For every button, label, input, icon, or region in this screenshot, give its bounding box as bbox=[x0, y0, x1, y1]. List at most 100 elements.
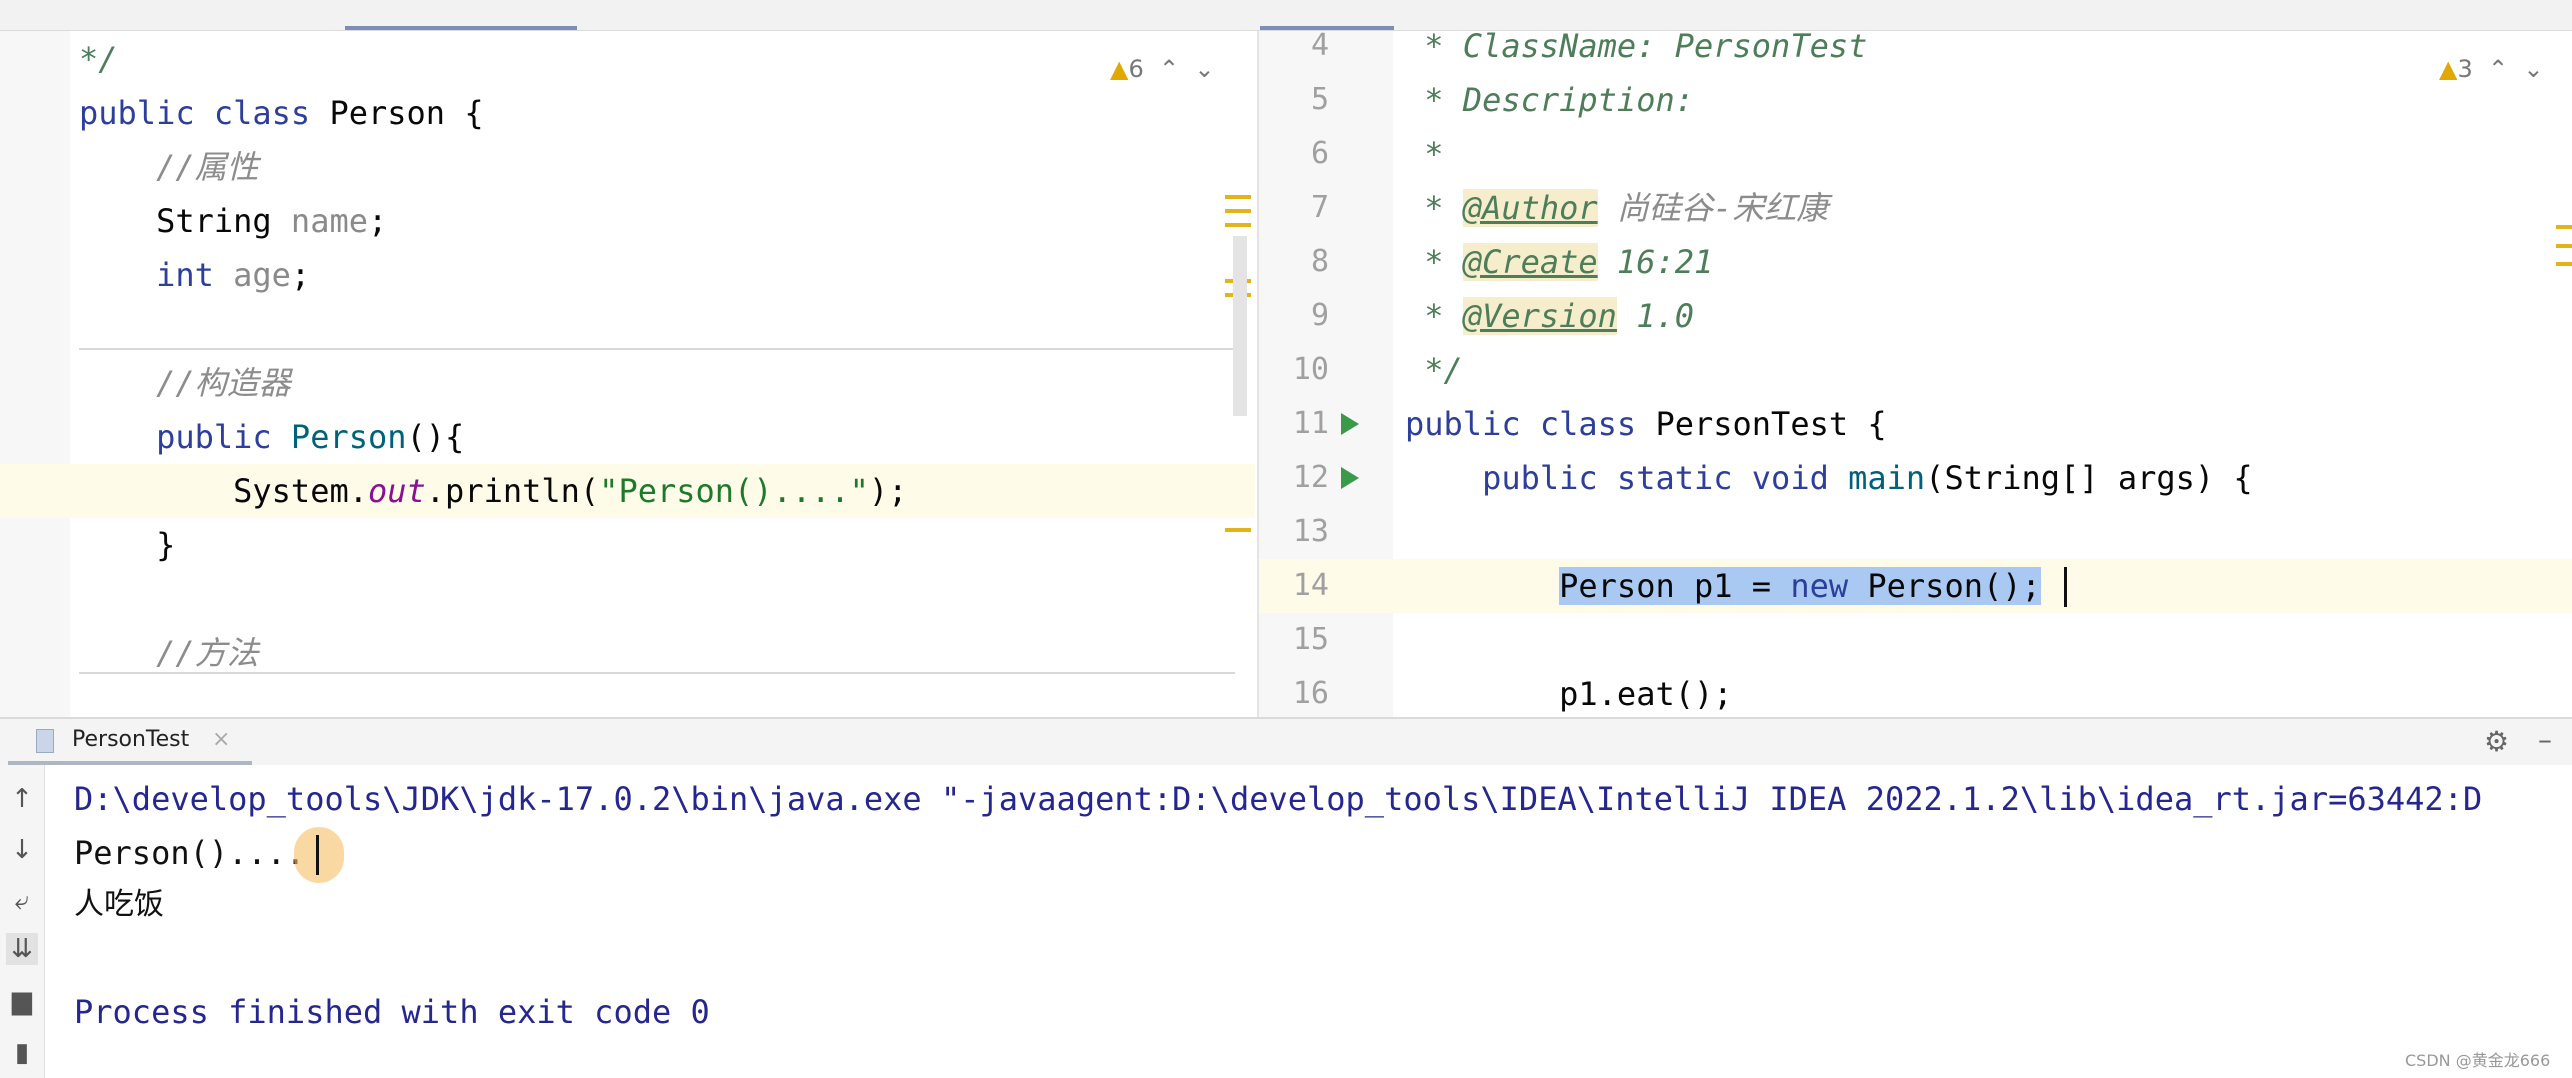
mouse-cursor-highlight bbox=[294, 827, 344, 883]
code-line[interactable]: p1.eat(); bbox=[1259, 667, 2572, 717]
code-text: String name; bbox=[79, 194, 387, 248]
tab-persontest-java[interactable] bbox=[1260, 26, 1394, 30]
code-line[interactable]: Person p1 = new Person(); bbox=[1259, 559, 2572, 613]
trash-icon[interactable]: ▮ bbox=[6, 1037, 38, 1069]
code-token: static bbox=[1616, 459, 1752, 497]
close-tab-icon[interactable]: × bbox=[212, 727, 230, 752]
code-line[interactable] bbox=[1259, 505, 2572, 559]
print-icon[interactable]: ▆ bbox=[6, 985, 38, 1017]
code-token: Person(); bbox=[1867, 567, 2041, 605]
left-editor[interactable]: ▲6 ⌃ ⌄ */public class Person { //属性 Stri… bbox=[0, 31, 1255, 717]
code-token: 1.0 bbox=[1616, 297, 1694, 335]
code-line[interactable] bbox=[0, 572, 1255, 626]
code-text: * ClassName: PersonTest bbox=[1405, 31, 1867, 73]
code-line[interactable]: String name; bbox=[0, 194, 1255, 248]
code-line[interactable]: * Description: bbox=[1259, 73, 2572, 127]
code-token: age bbox=[233, 256, 291, 294]
code-line[interactable]: public Person(){ bbox=[0, 410, 1255, 464]
code-token: * bbox=[1405, 135, 1444, 173]
code-line[interactable]: //属性 bbox=[0, 140, 1255, 194]
code-line[interactable]: public static void main(String[] args) { bbox=[1259, 451, 2572, 505]
console-toolbar: ↑ ↓ ⤶ ⇊ ▆ ▮ bbox=[0, 765, 45, 1078]
code-line[interactable] bbox=[0, 302, 1255, 356]
code-line[interactable]: System.out.println("Person()...."); bbox=[0, 464, 1255, 518]
code-token: Person p1 = bbox=[1559, 567, 1791, 605]
code-text: int age; bbox=[79, 248, 310, 302]
code-token: public bbox=[1405, 405, 1540, 443]
console-output[interactable]: ↑ ↓ ⤶ ⇊ ▆ ▮ D:\develop_tools\JDK\jdk-17.… bbox=[0, 765, 2572, 1078]
code-text: */ bbox=[1405, 343, 1463, 397]
run-icon[interactable] bbox=[1341, 467, 1359, 489]
arrow-down-icon[interactable]: ↓ bbox=[6, 834, 38, 866]
minimize-icon[interactable]: – bbox=[2538, 723, 2552, 756]
line-number: 14 bbox=[1292, 568, 1329, 603]
code-token: //构造器 bbox=[156, 364, 291, 402]
code-line[interactable]: */ bbox=[1259, 343, 2572, 397]
right-editor[interactable]: ▲3 ⌃ ⌄ * ClassName: PersonTest * Descrip… bbox=[1257, 31, 2572, 717]
line-number: 5 bbox=[1310, 82, 1329, 117]
line-number: 8 bbox=[1310, 244, 1329, 279]
gear-icon[interactable]: ⚙ bbox=[2484, 725, 2509, 758]
code-line[interactable]: //方法 bbox=[0, 626, 1255, 680]
code-line[interactable]: public class PersonTest { bbox=[1259, 397, 2572, 451]
code-token: * ClassName: PersonTest bbox=[1405, 31, 1868, 65]
code-text: public class Person { bbox=[79, 86, 484, 140]
code-text: public static void main(String[] args) { bbox=[1405, 451, 2253, 505]
arrow-up-icon[interactable]: ↑ bbox=[6, 783, 38, 815]
line-number: 12 bbox=[1292, 460, 1329, 495]
scroll-to-end-icon[interactable]: ⇊ bbox=[6, 933, 38, 965]
run-tab-label[interactable]: PersonTest bbox=[72, 727, 189, 752]
run-config-icon bbox=[36, 729, 54, 753]
code-text: Person p1 = new Person(); bbox=[1405, 559, 2041, 613]
code-line[interactable] bbox=[1259, 613, 2572, 667]
code-token: * bbox=[1405, 243, 1463, 281]
code-token: * Description: bbox=[1405, 81, 1694, 119]
code-token: Person bbox=[290, 418, 407, 456]
code-token: //方法 bbox=[156, 634, 259, 672]
code-token: */ bbox=[79, 40, 118, 78]
code-line[interactable]: } bbox=[0, 518, 1255, 572]
code-line[interactable]: * @Version 1.0 bbox=[1259, 289, 2572, 343]
tab-person-java[interactable] bbox=[345, 26, 577, 30]
code-line[interactable]: */ bbox=[0, 32, 1255, 86]
code-token: */ bbox=[1405, 351, 1463, 389]
code-line[interactable]: int age; bbox=[0, 248, 1255, 302]
code-line[interactable]: * @Create 16:21 bbox=[1259, 235, 2572, 289]
code-text: //属性 bbox=[79, 140, 259, 194]
text-cursor-icon bbox=[316, 835, 319, 875]
code-text: * @Author 尚硅谷-宋红康 bbox=[1405, 181, 1828, 235]
soft-wrap-icon[interactable]: ⤶ bbox=[6, 885, 38, 917]
code-token: System. bbox=[79, 472, 368, 510]
code-text: * @Create 16:21 bbox=[1405, 235, 1713, 289]
code-token: (String[] args) { bbox=[1925, 459, 2253, 497]
code-token: ); bbox=[868, 472, 908, 510]
line-number: 15 bbox=[1292, 622, 1329, 657]
code-line[interactable]: public class Person { bbox=[0, 86, 1255, 140]
code-line[interactable]: //构造器 bbox=[0, 356, 1255, 410]
line-number: 7 bbox=[1310, 190, 1329, 225]
code-token: class bbox=[1539, 405, 1656, 443]
code-token: int bbox=[156, 256, 234, 294]
code-text: * Description: bbox=[1405, 73, 1694, 127]
code-token: ; bbox=[367, 202, 388, 240]
code-token: } bbox=[79, 526, 176, 564]
code-token: out bbox=[367, 472, 426, 510]
code-text: p1.eat(); bbox=[1405, 667, 1732, 717]
run-icon[interactable] bbox=[1341, 413, 1359, 435]
code-text: * bbox=[1405, 127, 1444, 181]
code-line[interactable]: * @Author 尚硅谷-宋红康 bbox=[1259, 181, 2572, 235]
code-line[interactable]: * bbox=[1259, 127, 2572, 181]
code-text: } bbox=[79, 518, 175, 572]
code-token: public bbox=[79, 94, 214, 132]
text-caret bbox=[2064, 567, 2067, 607]
code-token: * bbox=[1405, 189, 1463, 227]
code-line[interactable]: * ClassName: PersonTest bbox=[1259, 31, 2572, 73]
code-text: public Person(){ bbox=[79, 410, 464, 464]
code-token: public bbox=[156, 418, 291, 456]
code-token: @Version bbox=[1462, 297, 1617, 335]
